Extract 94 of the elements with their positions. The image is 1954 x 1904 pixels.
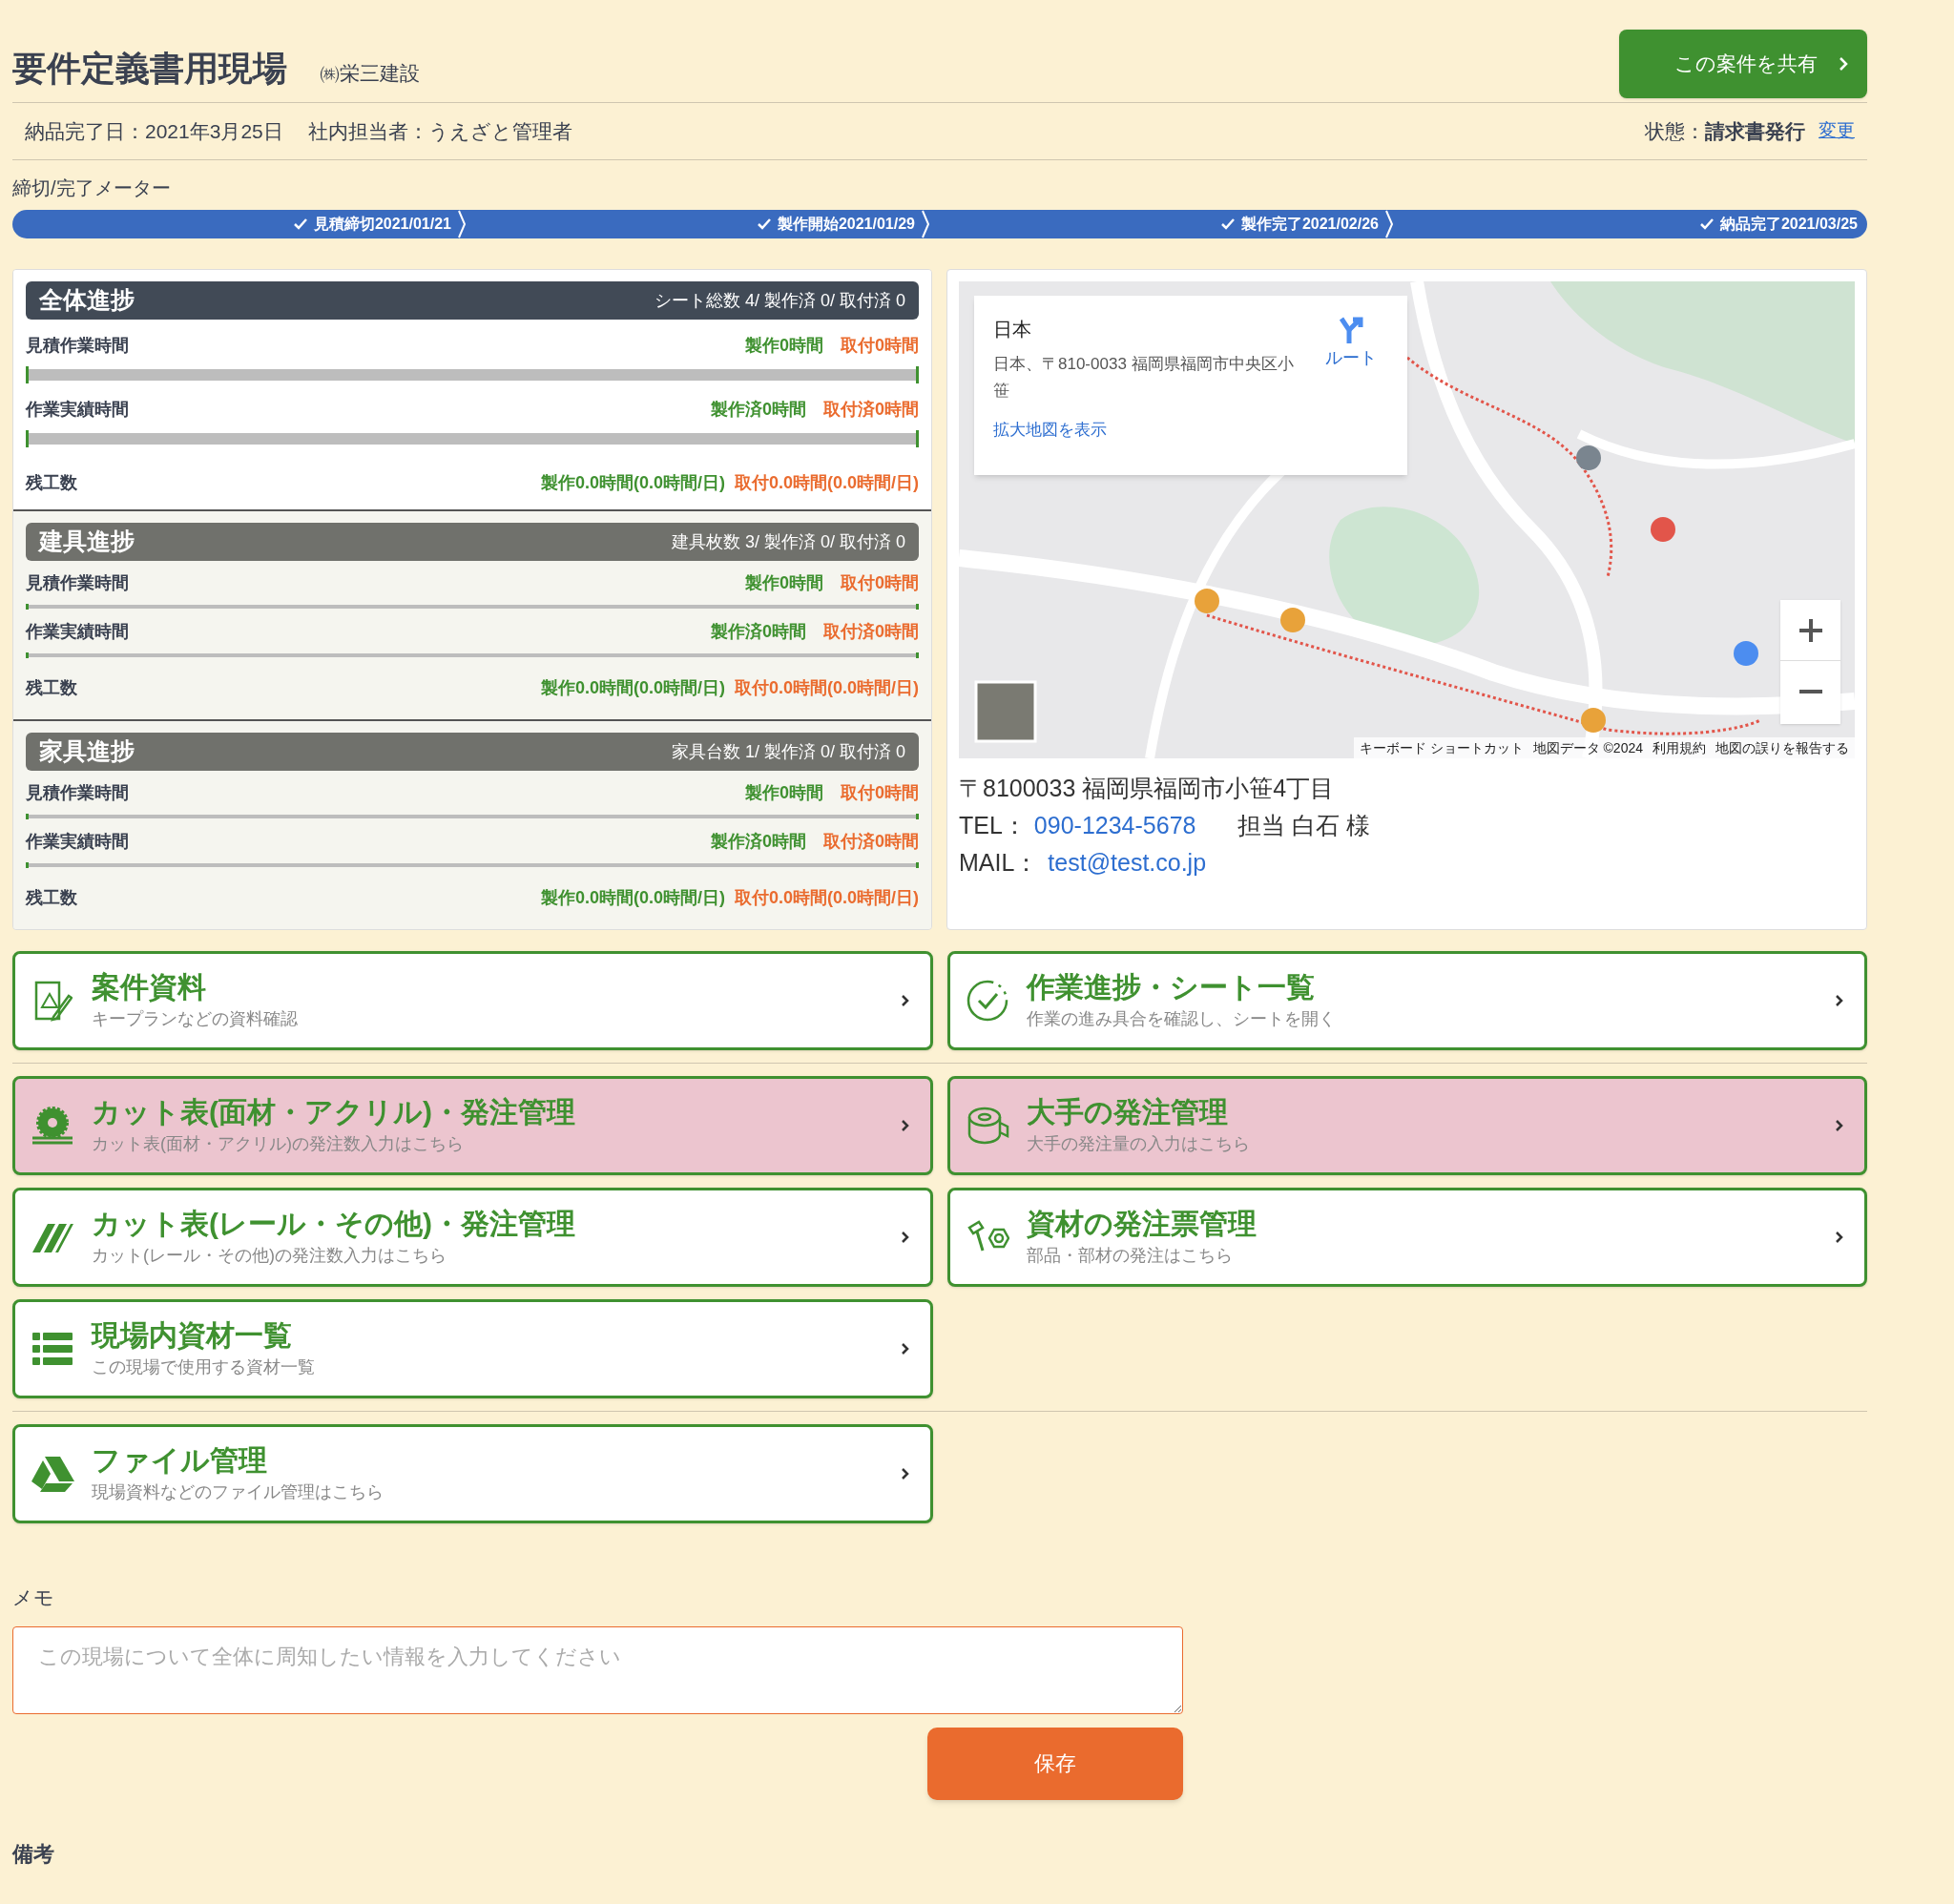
make-hours: 製作済0時間 xyxy=(710,399,806,421)
install-hours: 取付0.0時間(0.0時間/日) xyxy=(734,677,919,699)
company-name: ㈱栄三建設 xyxy=(320,60,420,86)
row-label: 見積作業時間 xyxy=(26,572,129,594)
mail-label: MAIL： xyxy=(959,848,1039,878)
triangle-drive-icon xyxy=(31,1455,74,1493)
menu-card[interactable]: 大手の発注管理 大手の発注量の入力はこちら xyxy=(946,1076,1867,1175)
meter-step: 製作開始2021/01/29 xyxy=(756,213,915,236)
section-summary: シート総数 4/ 製作済 0/ 取付済 0 xyxy=(654,289,905,312)
row-label: 作業実績時間 xyxy=(26,621,129,643)
meter-step: 製作完了2021/02/26 xyxy=(1219,213,1379,236)
meter-step: 納品完了2021/03/25 xyxy=(1698,213,1858,236)
section-summary: 建具枚数 3/ 製作済 0/ 取付済 0 xyxy=(671,530,905,553)
change-link[interactable]: 変更 xyxy=(1819,117,1855,145)
minus-icon xyxy=(1797,690,1824,693)
check-icon xyxy=(756,217,772,231)
section-title: 全体進捗 xyxy=(39,285,135,316)
install-hours: 取付0時間 xyxy=(841,782,919,804)
save-button[interactable]: 保存 xyxy=(927,1727,1183,1800)
tel-link[interactable]: 090-1234-5678 xyxy=(1033,807,1196,844)
plus-icon xyxy=(1797,616,1824,644)
chevron-icon xyxy=(1835,1231,1843,1244)
check-icon xyxy=(292,217,308,231)
make-hours: 製作済0時間 xyxy=(710,621,806,643)
chevron-icon xyxy=(900,1342,909,1356)
map-info-title: 日本 xyxy=(993,318,1032,341)
make-hours: 製作0.0時間(0.0時間/日) xyxy=(540,472,725,494)
check-icon xyxy=(1219,217,1236,231)
row-label: 見積作業時間 xyxy=(26,782,129,804)
chevron-icon xyxy=(1839,55,1848,72)
chevron-icon xyxy=(900,1119,909,1132)
make-hours: 製作0.0時間(0.0時間/日) xyxy=(540,887,725,909)
make-hours: 製作0.0時間(0.0時間/日) xyxy=(540,677,725,699)
row-label: 残工数 xyxy=(26,887,77,909)
chevron-icon xyxy=(900,1467,909,1480)
list-icon xyxy=(32,1333,73,1365)
contact-person: 担当 白石 様 xyxy=(1237,811,1371,840)
make-hours: 製作0時間 xyxy=(744,782,823,804)
map-attribution-link[interactable]: 地図データ ©2024 xyxy=(1532,737,1643,758)
meter-step: 見積締切2021/01/21 xyxy=(292,213,451,236)
row-label: 残工数 xyxy=(26,677,77,699)
page-title: 要件定義書用現場 xyxy=(12,47,287,90)
notes-label: 備考 xyxy=(12,1840,55,1868)
row-label: 作業実績時間 xyxy=(26,831,129,853)
meter-label: 締切/完了メーター xyxy=(12,176,172,200)
make-hours: 製作済0時間 xyxy=(710,831,806,853)
contact-address: 〒8100033 福岡県福岡市小笹4丁目 xyxy=(959,774,1336,803)
install-hours: 取付済0時間 xyxy=(823,621,919,643)
map-attribution-link[interactable]: 利用規約 xyxy=(1653,737,1706,758)
chevron-icon xyxy=(900,1231,909,1244)
section-title: 家具進捗 xyxy=(39,736,135,767)
chevron-icon xyxy=(1835,1119,1843,1132)
map-attribution-link[interactable]: キーボード ショートカット xyxy=(1359,737,1524,758)
tel-label: TEL： xyxy=(959,811,1027,840)
menu-card[interactable]: 作業進捗・シート一覧 作業の進み具合を確認し、シートを開く xyxy=(946,951,1867,1050)
chevron-icon xyxy=(900,994,909,1007)
row-label: 残工数 xyxy=(26,472,77,494)
section-title: 建具進捗 xyxy=(39,527,135,557)
menu-card[interactable]: 資材の発注票管理 部品・部材の発注はこちら xyxy=(946,1188,1867,1287)
row-label: 作業実績時間 xyxy=(26,399,129,421)
install-hours: 取付済0時間 xyxy=(823,831,919,853)
saw-blade-icon xyxy=(31,1106,74,1146)
share-button[interactable]: この案件を共有 xyxy=(1619,29,1867,98)
check-icon xyxy=(1698,217,1715,231)
row-label: 見積作業時間 xyxy=(26,335,129,357)
section-summary: 家具台数 1/ 製作済 0/ 取付済 0 xyxy=(671,740,905,763)
staff-name: 社内担当者：うえざと管理者 xyxy=(307,118,572,144)
map-info-address: 日本、〒810-0033 福岡県福岡市中央区小笹 xyxy=(993,354,1295,402)
check-circle-icon xyxy=(965,979,1009,1023)
larger-map-link[interactable]: 拡大地図を表示 xyxy=(993,418,1388,443)
menu-card[interactable]: 案件資料 キープランなどの資料確認 xyxy=(12,951,933,1050)
chevron-icon xyxy=(1835,994,1843,1007)
mail-link[interactable]: test@test.co.jp xyxy=(1048,844,1207,881)
make-hours: 製作0時間 xyxy=(744,335,823,357)
memo-label: メモ xyxy=(12,1585,55,1610)
install-hours: 取付済0時間 xyxy=(823,399,919,421)
memo-field[interactable]: この現場について全体に周知したい情報を入力してください xyxy=(12,1625,1183,1714)
chevron-icon xyxy=(921,210,930,238)
install-hours: 取付0時間 xyxy=(841,335,919,357)
chevron-icon xyxy=(457,210,467,238)
menu-card[interactable]: ファイル管理 現場資料などのファイル管理はこちら xyxy=(12,1424,933,1523)
chevron-icon xyxy=(1384,210,1394,238)
install-hours: 取付0時間 xyxy=(841,572,919,594)
menu-card[interactable]: 現場内資材一覧 この現場で使用する資材一覧 xyxy=(12,1299,933,1398)
route-link[interactable]: ルート xyxy=(1325,315,1388,404)
install-hours: 取付0.0時間(0.0時間/日) xyxy=(734,887,919,909)
install-hours: 取付0.0時間(0.0時間/日) xyxy=(734,472,919,494)
menu-card[interactable]: カット表(面材・アクリル)・発注管理 カット表(面材・アクリル)の発注数入力はこちら xyxy=(12,1076,933,1175)
map-attribution-link[interactable]: 地図の誤りを報告する xyxy=(1715,737,1849,758)
document-edit-icon xyxy=(32,979,73,1023)
menu-card[interactable]: カット表(レール・その他)・発注管理 カット(レール・その他)の発注数入力はこちら xyxy=(12,1188,933,1287)
make-hours: 製作0時間 xyxy=(744,572,823,594)
delivery-date: 納品完了日：2021年3月25日 xyxy=(25,118,283,144)
status-text: 状態：請求書発行 xyxy=(1645,118,1805,144)
